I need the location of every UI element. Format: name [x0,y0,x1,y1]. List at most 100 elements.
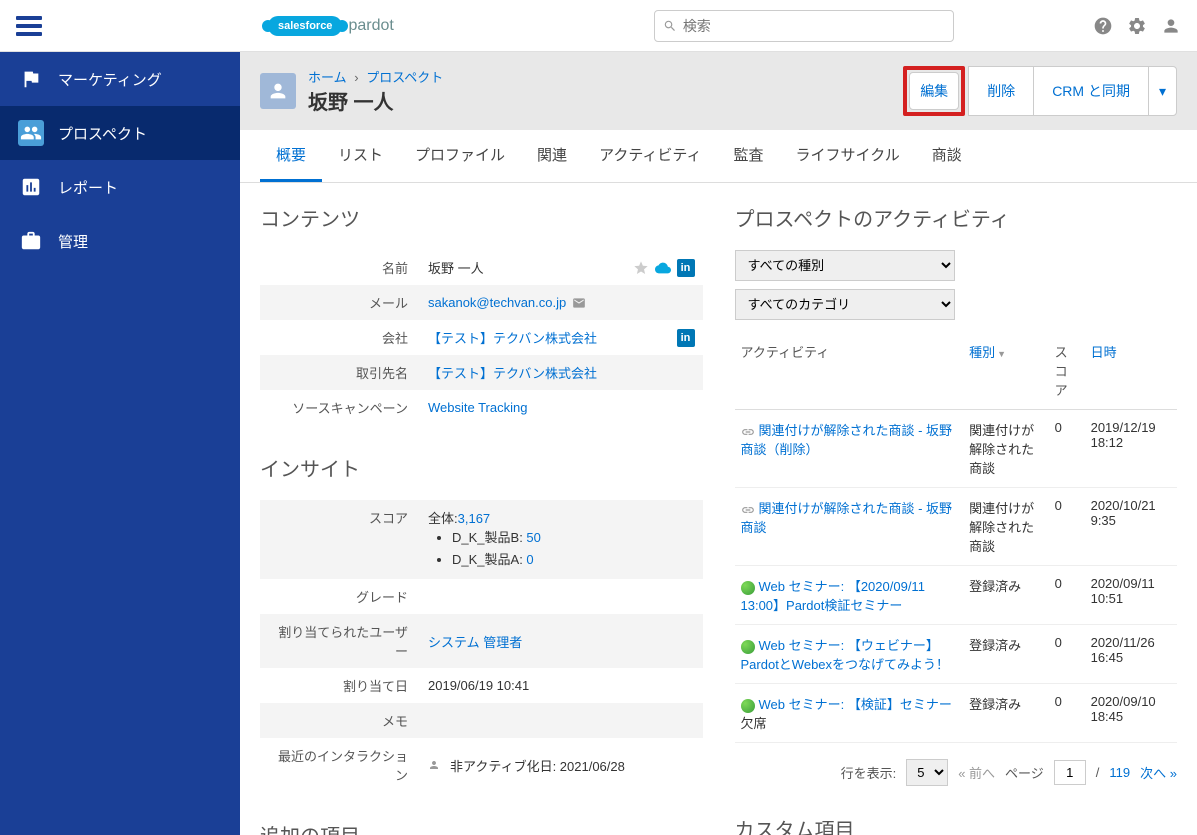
prospect-avatar-icon [260,73,296,109]
activity-link[interactable]: 関連付けが解除された商談 - 坂野商談（削除） [741,423,953,457]
content-section-title: コンテンツ [260,203,703,232]
assigned-value[interactable]: システム 管理者 [428,632,522,651]
crm-sync-button[interactable]: CRM と同期 [1033,66,1149,116]
edit-button-highlight: 編集 [903,66,965,116]
memo-label: メモ [260,703,420,738]
col-activity[interactable]: アクティビティ [735,332,964,410]
pagination: 行を表示: 5 « 前へ ページ / 119 次へ » [735,759,1178,786]
score-a-value[interactable]: 0 [526,552,533,567]
page-total[interactable]: 119 [1109,765,1130,780]
breadcrumb: ホーム › プロスペクト [308,67,891,86]
score-total-value[interactable]: 3,167 [458,511,491,526]
briefcase-icon [20,230,42,252]
delete-button[interactable]: 削除 [968,66,1034,116]
col-score[interactable]: スコア [1049,332,1085,410]
sidebar-item-admin[interactable]: 管理 [0,214,240,268]
score-b-label: D_K_製品B: [452,530,526,545]
search-icon [663,19,677,33]
page-label: ページ [1005,763,1044,782]
activity-type: 登録済み [963,625,1049,684]
grade-label: グレード [260,579,420,614]
activity-link[interactable]: 関連付けが解除された商談 - 坂野商談 [741,501,953,535]
globe-icon [741,581,755,595]
activity-row: 関連付けが解除された商談 - 坂野商談（削除）関連付けが解除された商談02019… [735,410,1178,488]
edit-button[interactable]: 編集 [909,72,959,110]
activity-table: アクティビティ 種別▼ スコア 日時 関連付けが解除された商談 - 坂野商談（削… [735,332,1178,743]
activity-link[interactable]: Web セミナー: 【2020/09/11 13:00】Pardot検証セミナー [741,579,925,613]
linkedin-icon[interactable]: in [677,329,695,347]
globe-icon [741,699,755,713]
page-input[interactable] [1054,760,1086,785]
prev-link[interactable]: « 前へ [958,763,995,782]
activity-datetime: 2019/12/19 18:12 [1085,410,1177,488]
interaction-value: 非アクティブ化日: 2021/06/28 [450,756,625,775]
score-b-value[interactable]: 50 [526,530,540,545]
activity-score: 0 [1049,488,1085,566]
more-actions-button[interactable]: ▾ [1148,66,1177,116]
sidebar-item-prospect[interactable]: プロスペクト [0,106,240,160]
sidebar-item-label: レポート [58,177,118,198]
account-value[interactable]: 【テスト】テクバン株式会社 [428,363,597,382]
record-name: 坂野 一人 [308,86,891,115]
tab-profile[interactable]: プロファイル [399,130,521,182]
insight-section-title: インサイト [260,453,703,482]
page-sep: / [1096,765,1100,780]
assigned-date-value: 2019/06/19 10:41 [428,678,529,693]
additional-section-title: 追加の項目 [260,820,703,835]
search-input[interactable] [683,18,945,34]
hamburger-menu[interactable] [16,12,44,40]
linkedin-icon[interactable]: in [677,259,695,277]
activity-datetime: 2020/11/26 16:45 [1085,625,1177,684]
pardot-logo-text: pardot [348,17,393,35]
activity-row: 関連付けが解除された商談 - 坂野商談関連付けが解除された商談02020/10/… [735,488,1178,566]
next-link[interactable]: 次へ » [1140,763,1177,782]
global-search[interactable] [654,10,954,42]
person-icon [428,759,440,771]
star-icon[interactable] [633,260,649,276]
tab-overview[interactable]: 概要 [260,130,322,182]
assigned-label: 割り当てられたユーザー [260,614,420,668]
sidebar-item-report[interactable]: レポート [0,160,240,214]
flag-icon [20,68,42,90]
salesforce-icon[interactable] [655,260,671,276]
activity-link[interactable]: Web セミナー: 【検証】セミナー [759,697,952,712]
activity-type: 関連付けが解除された商談 [963,410,1049,488]
sidebar-item-label: 管理 [58,231,88,252]
globe-icon [741,640,755,654]
tab-opportunity[interactable]: 商談 [916,130,978,182]
mail-icon[interactable] [572,296,586,310]
tab-activity[interactable]: アクティビティ [583,130,717,182]
breadcrumb-prospect[interactable]: プロスペクト [366,70,443,85]
name-value: 坂野 一人 [428,258,484,277]
activity-datetime: 2020/09/10 18:45 [1085,684,1177,743]
activity-link[interactable]: Web セミナー: 【ウェビナー】PardotとWebexをつなげてみよう！ [741,638,950,672]
link-icon [741,425,755,439]
activity-score: 0 [1049,566,1085,625]
company-value[interactable]: 【テスト】テクバン株式会社 [428,328,597,347]
name-label: 名前 [260,250,420,285]
activity-extra: 欠席 [741,716,767,731]
activity-datetime: 2020/09/11 10:51 [1085,566,1177,625]
email-value[interactable]: sakanok@techvan.co.jp [428,295,566,310]
tab-audit[interactable]: 監査 [718,130,780,182]
col-type[interactable]: 種別▼ [963,332,1049,410]
gear-icon[interactable] [1127,16,1147,36]
source-value[interactable]: Website Tracking [428,400,527,415]
col-datetime[interactable]: 日時 [1085,332,1177,410]
chart-icon [20,176,42,198]
score-label: スコア [260,500,420,579]
tab-lifecycle[interactable]: ライフサイクル [780,130,916,182]
tab-list[interactable]: リスト [322,130,399,182]
sidebar-item-marketing[interactable]: マーケティング [0,52,240,106]
activity-score: 0 [1049,684,1085,743]
activity-score: 0 [1049,625,1085,684]
tab-related[interactable]: 関連 [521,130,583,182]
source-label: ソースキャンペーン [260,390,420,425]
help-icon[interactable] [1093,16,1113,36]
activity-type-filter[interactable]: すべての種別 [735,250,955,281]
user-icon[interactable] [1161,16,1181,36]
activity-category-filter[interactable]: すべてのカテゴリ [735,289,955,320]
rows-select[interactable]: 5 [906,759,948,786]
score-a-label: D_K_製品A: [452,552,526,567]
breadcrumb-home[interactable]: ホーム [308,70,347,85]
